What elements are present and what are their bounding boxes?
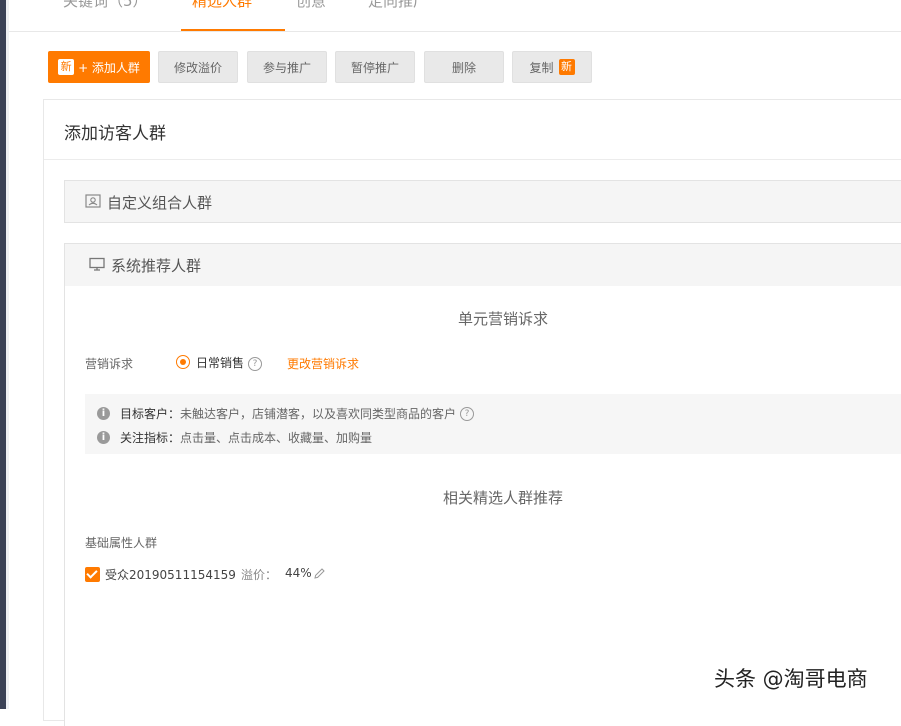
monitor-icon: [89, 256, 105, 276]
daily-sales-label: 日常销售: [196, 356, 244, 370]
basic-attr-category: 基础属性人群: [85, 534, 157, 551]
delete-button[interactable]: 删除: [424, 51, 504, 83]
divider: [44, 159, 901, 160]
panel-title: 添加访客人群: [64, 119, 166, 144]
active-tab-indicator: [181, 29, 285, 31]
add-crowd-button[interactable]: 新 + 添加人群: [48, 51, 150, 83]
crowd-name: 受众20190511154159: [105, 566, 236, 583]
system-crowd-group[interactable]: 系统推荐人群 收: [64, 243, 901, 286]
left-gutter: [6, 0, 9, 709]
custom-crowd-group[interactable]: 自定义组合人群 展: [64, 180, 901, 223]
custom-crowd-header: 自定义组合人群: [85, 192, 212, 213]
watermark: 头条 @淘哥电商: [714, 663, 868, 693]
recommend-title: 相关精选人群推荐: [64, 487, 901, 508]
unit-marketing-title: 单元营销诉求: [64, 308, 901, 329]
marketing-label: 营销诉求: [85, 355, 133, 372]
daily-sales-option[interactable]: 日常销售?: [196, 354, 262, 371]
system-crowd-title: 系统推荐人群: [111, 255, 201, 276]
tab-selected-crowd[interactable]: 精选人群: [192, 0, 252, 11]
join-promo-button[interactable]: 参与推广: [247, 51, 327, 83]
pause-promo-button[interactable]: 暂停推广: [335, 51, 415, 83]
new-badge: 新: [58, 59, 74, 75]
change-marketing-link[interactable]: 更改营销诉求: [287, 355, 359, 372]
tab-creative[interactable]: 创意: [296, 0, 326, 11]
new-badge: 新: [559, 59, 575, 75]
daily-sales-radio[interactable]: [176, 355, 190, 369]
tab-targeted-promo[interactable]: 定向推广: [368, 0, 428, 11]
info-icon: i: [97, 431, 110, 444]
target-customer-value: 未触达客户，店铺潜客，以及喜欢同类型商品的客户: [180, 405, 456, 422]
edit-pencil-icon[interactable]: [313, 565, 326, 584]
focus-metric-key: 关注指标：: [120, 429, 180, 446]
marketing-info-box: i 目标客户： 未触达客户，店铺潜客，以及喜欢同类型商品的客户 ? i 关注指标…: [85, 394, 901, 454]
focus-metric-row: i 关注指标： 点击量、点击成本、收藏量、加购量: [97, 429, 372, 446]
add-crowd-label: + 添加人群: [78, 59, 140, 76]
premium-value: 44%: [285, 566, 312, 580]
target-customer-row: i 目标客户： 未触达客户，店铺潜客，以及喜欢同类型商品的客户 ?: [97, 405, 474, 422]
premium-label: 溢价：: [241, 566, 277, 583]
custom-crowd-title: 自定义组合人群: [107, 192, 212, 213]
copy-button[interactable]: 复制 新: [512, 51, 592, 83]
help-icon[interactable]: ?: [248, 357, 262, 371]
help-icon[interactable]: ?: [460, 407, 474, 421]
custom-crowd-icon: [85, 193, 101, 213]
info-icon: i: [97, 407, 110, 420]
target-customer-key: 目标客户：: [120, 405, 180, 422]
copy-label: 复制: [529, 59, 553, 76]
crowd-checkbox[interactable]: [85, 567, 100, 582]
tab-keywords[interactable]: 关键词（5）: [63, 0, 148, 11]
focus-metric-value: 点击量、点击成本、收藏量、加购量: [180, 429, 372, 446]
system-crowd-header: 系统推荐人群: [89, 255, 201, 276]
tab-bar: 关键词（5） 精选人群 创意 定向推广: [9, 0, 901, 32]
modify-premium-button[interactable]: 修改溢价: [158, 51, 238, 83]
